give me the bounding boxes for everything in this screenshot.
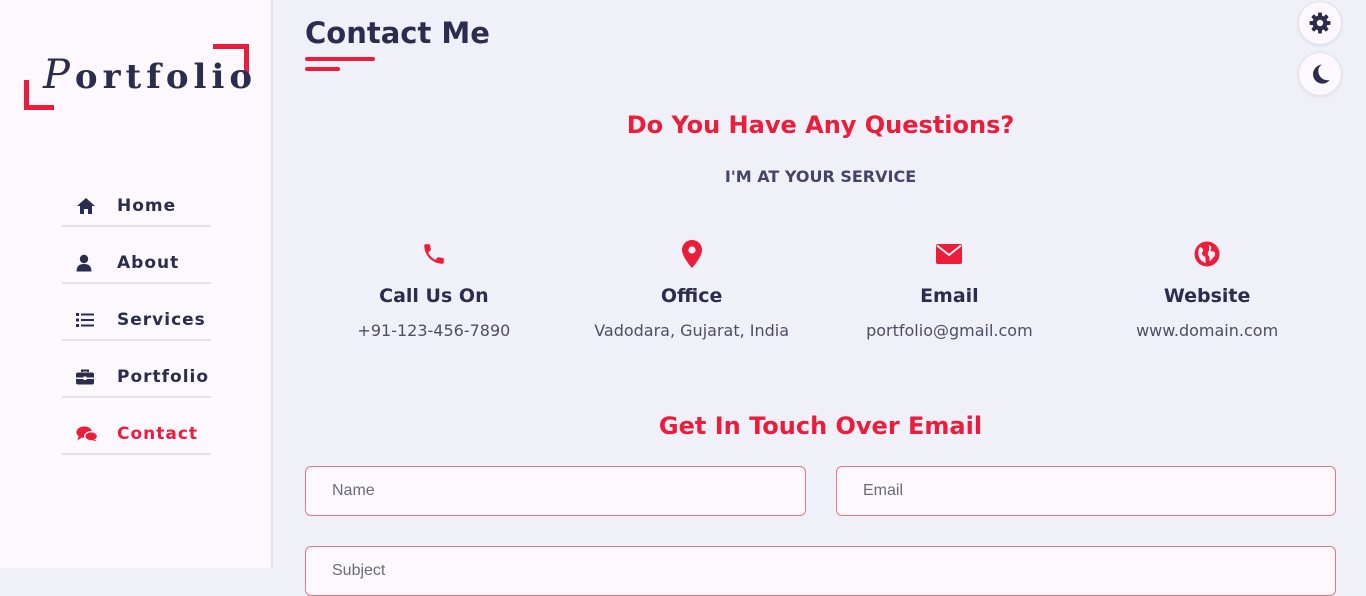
contact-card-value: +91-123-456-7890 xyxy=(357,321,511,340)
contact-card-title: Office xyxy=(660,285,723,307)
sidebar-item-label: Home xyxy=(117,195,177,216)
sidebar: Portfolio Home About Services Portfolio xyxy=(0,0,273,568)
sidebar-item-label: Contact xyxy=(117,423,199,444)
contact-card-email: Email portfolio@gmail.com xyxy=(821,238,1079,340)
chat-icon xyxy=(76,425,98,443)
briefcase-icon xyxy=(76,369,98,385)
contact-card-phone: Call Us On +91-123-456-7890 xyxy=(305,238,563,340)
email-form-heading: Get In Touch Over Email xyxy=(658,412,983,440)
home-icon xyxy=(76,197,98,215)
subject-input[interactable] xyxy=(305,546,1336,596)
contact-info-row: Call Us On +91-123-456-7890 Office Vadod… xyxy=(305,238,1336,340)
envelope-icon xyxy=(821,238,1079,270)
moon-icon xyxy=(1309,63,1331,85)
logo-initial: P xyxy=(43,52,75,98)
location-pin-icon xyxy=(563,238,821,270)
globe-icon xyxy=(1078,238,1336,270)
sidebar-item-label: Portfolio xyxy=(117,366,210,387)
contact-card-office: Office Vadodara, Gujarat, India xyxy=(563,238,821,340)
logo[interactable]: Portfolio xyxy=(24,44,252,118)
logo-rest: ortfolio xyxy=(74,57,258,97)
theme-toggle-button[interactable] xyxy=(1298,52,1342,96)
email-input[interactable] xyxy=(836,466,1336,516)
main-content: Contact Me Do You Have Any Questions? I'… xyxy=(305,0,1336,596)
sidebar-item-contact[interactable]: Contact xyxy=(62,414,211,455)
sidebar-item-label: Services xyxy=(117,309,206,330)
contact-card-value: Vadodara, Gujarat, India xyxy=(594,321,790,340)
list-icon xyxy=(76,312,98,328)
contact-card-website: Website www.domain.com xyxy=(1078,238,1336,340)
sidebar-item-services[interactable]: Services xyxy=(62,300,211,341)
sidebar-nav: Home About Services Portfolio Contact xyxy=(62,186,211,471)
gear-icon xyxy=(1308,11,1332,35)
settings-button[interactable] xyxy=(1298,1,1342,45)
name-input[interactable] xyxy=(305,466,806,516)
logo-text: Portfolio xyxy=(43,52,257,98)
service-subheading: I'M AT YOUR SERVICE xyxy=(724,167,917,186)
sidebar-item-about[interactable]: About xyxy=(62,243,211,284)
sidebar-item-portfolio[interactable]: Portfolio xyxy=(62,357,211,398)
user-icon xyxy=(76,254,98,272)
contact-card-title: Email xyxy=(920,285,979,307)
sidebar-item-label: About xyxy=(117,252,180,273)
contact-card-value: portfolio@gmail.com xyxy=(866,321,1033,340)
phone-icon xyxy=(305,238,563,270)
contact-card-value: www.domain.com xyxy=(1136,321,1279,340)
sidebar-item-home[interactable]: Home xyxy=(62,186,211,227)
title-underline-short xyxy=(305,67,340,71)
title-underline xyxy=(305,57,375,61)
contact-card-title: Call Us On xyxy=(379,285,489,307)
questions-heading: Do You Have Any Questions? xyxy=(626,111,1015,139)
contact-card-title: Website xyxy=(1163,285,1251,307)
page-title: Contact Me xyxy=(305,16,490,50)
